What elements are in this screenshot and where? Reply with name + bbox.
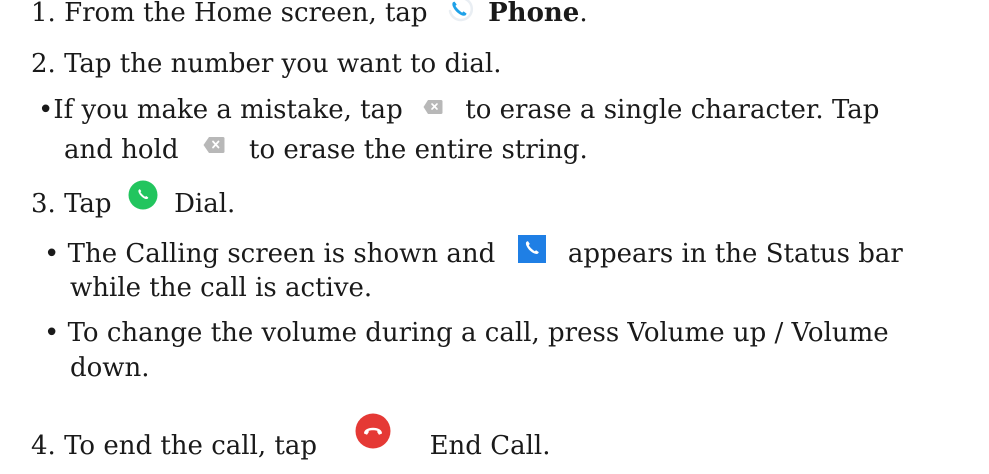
- step-1-number: 1.: [31, 0, 56, 28]
- step-4-end-call-label: End Call.: [429, 431, 551, 461]
- step-3-number: 3.: [31, 189, 56, 219]
- step-1-text: From the Home screen, tap: [64, 0, 428, 28]
- step-3-dial-label: Dial.: [174, 189, 236, 219]
- step-4-number: 4.: [31, 431, 56, 461]
- step-1-period: .: [579, 0, 588, 28]
- step-3-bullet-2-line-2-text: down.: [70, 353, 150, 383]
- step-3-bullet-1-text-end: appears in the Status bar: [567, 239, 903, 269]
- phone-app-icon: [444, 0, 474, 24]
- step-2-bullet-text-mid: to erase a single character. Tap: [465, 95, 880, 125]
- step-2-number: 2.: [31, 49, 56, 79]
- bullet: •: [44, 318, 60, 348]
- step-3-bullet-1-line-1: • The Calling screen is shown and appear…: [44, 235, 903, 271]
- step-3-bullet-2-text: To change the volume during a call, pres…: [67, 318, 889, 348]
- step-4-text: To end the call, tap: [64, 431, 318, 461]
- step-3-bullet-2-line-1: • To change the volume during a call, pr…: [44, 316, 889, 350]
- step-2: 2. Tap the number you want to dial.: [31, 47, 502, 81]
- step-3-text: Tap: [64, 189, 112, 219]
- step-2-bullet-line-2: and hold to erase the entire string.: [64, 133, 588, 167]
- step-3-bullet-1-text: The Calling screen is shown and: [67, 239, 496, 269]
- step-2-bullet-text: If you make a mistake, tap: [53, 95, 403, 125]
- backspace-icon: [203, 135, 225, 155]
- step-2-bullet-and-hold: and hold: [64, 135, 179, 165]
- step-1: 1. From the Home screen, tap Phone.: [31, 0, 588, 30]
- end-call-icon: [355, 413, 391, 449]
- step-2-bullet-text-end: to erase the entire string.: [249, 135, 588, 165]
- step-2-bullet-line-1: •If you make a mistake, tap to erase a s…: [38, 93, 879, 127]
- step-3-bullet-2-line-2: down.: [70, 351, 150, 385]
- step-3-bullet-1-line-2-text: while the call is active.: [70, 273, 373, 303]
- step-3: 3. Tap Dial.: [31, 180, 236, 221]
- green-dial-icon: [128, 180, 158, 210]
- step-1-bold-phone: Phone: [488, 0, 580, 28]
- step-3-bullet-1-line-2: while the call is active.: [70, 271, 372, 305]
- step-2-text: Tap the number you want to dial.: [64, 49, 502, 79]
- status-call-icon: [517, 235, 546, 263]
- backspace-icon: [423, 98, 443, 116]
- bullet: •: [38, 95, 54, 125]
- bullet: •: [44, 239, 60, 269]
- step-4: 4. To end the call, tap End Call.: [31, 413, 551, 465]
